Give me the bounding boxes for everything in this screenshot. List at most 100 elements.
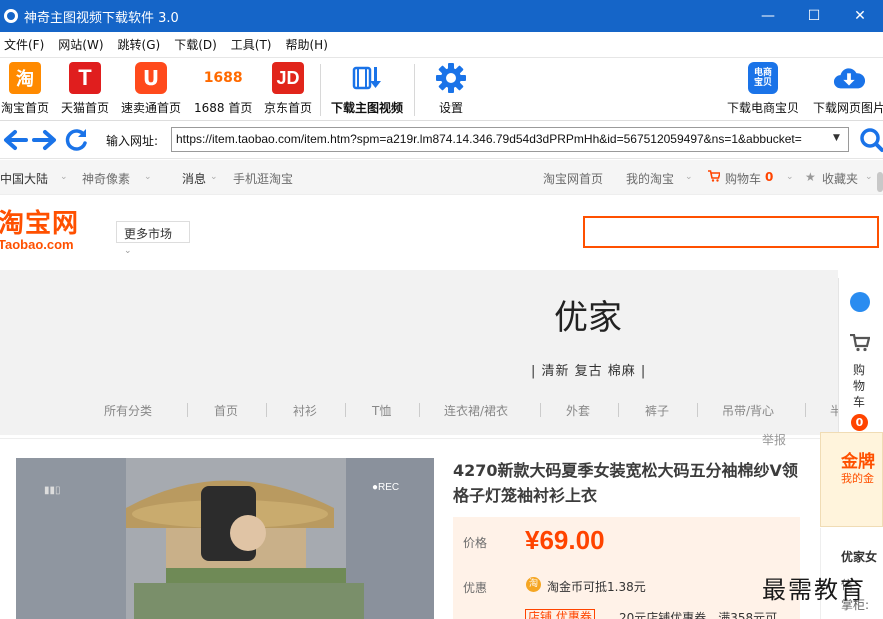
category-divider	[805, 403, 806, 417]
category-camisoles[interactable]: 吊带/背心	[722, 402, 774, 419]
download-ecom-label: 下载电商宝贝	[727, 101, 800, 115]
svg-text:▮▮▯: ▮▮▯	[44, 485, 61, 496]
taobao-logo-en: Taobao.com	[0, 237, 74, 252]
ecom-icon: 电商宝贝	[748, 62, 778, 94]
coupon-text[interactable]: 20元店铺优惠券，满358元可	[619, 609, 777, 619]
category-shirts[interactable]: 衬衫	[293, 402, 317, 419]
gold-seller-title: 金牌	[841, 452, 875, 472]
category-divider	[345, 403, 346, 417]
my-taobao-link[interactable]: 我的淘宝	[626, 170, 674, 187]
film-download-icon	[351, 62, 383, 94]
category-all[interactable]: 所有分类	[104, 402, 152, 419]
aliexpress-home-label: 速卖通首页	[121, 101, 182, 115]
menu-tools[interactable]: 工具(T)	[231, 36, 272, 53]
sidebar-cart-count: 0	[851, 414, 868, 431]
download-ecom-button[interactable]: 电商宝贝 下载电商宝贝	[727, 62, 799, 116]
1688-icon: 1688	[203, 70, 243, 86]
download-video-button[interactable]: 下载主图视频	[331, 62, 403, 116]
tmall-home-label: 天猫首页	[61, 101, 110, 115]
category-pants[interactable]: 裤子	[645, 402, 669, 419]
jd-home-button[interactable]: JD 京东首页	[264, 62, 312, 116]
taobao-icon: 淘	[9, 62, 41, 94]
category-tshirts[interactable]: T恤	[372, 402, 391, 419]
more-markets-label: 更多市场	[124, 227, 173, 241]
chevron-down-icon: ⌄	[685, 172, 693, 182]
cart-link[interactable]: 购物车	[725, 170, 761, 187]
chevron-down-icon: ⌄	[786, 172, 794, 182]
refresh-icon[interactable]	[63, 127, 89, 158]
watermark: 最需教育	[762, 576, 866, 604]
page-scrollbar[interactable]	[877, 172, 883, 192]
window-title: 神奇主图视频下载软件 3.0	[24, 10, 179, 26]
divider	[0, 438, 838, 439]
shop-name[interactable]: 优家女	[841, 548, 877, 565]
download-page-images-label: 下载网页图片	[813, 101, 883, 115]
window-controls: — ☐ ✕	[745, 0, 883, 32]
rec-indicator: ●REC	[372, 482, 400, 493]
maximize-button[interactable]: ☐	[791, 0, 837, 32]
chevron-down-icon: ⌄	[60, 172, 68, 182]
close-button[interactable]: ✕	[837, 0, 883, 32]
star-icon: ★	[805, 170, 816, 184]
chevron-down-icon: ⌄	[210, 172, 218, 182]
menu-file[interactable]: 文件(F)	[4, 36, 44, 53]
taobao-logo[interactable]: 淘宝网 Taobao.com	[0, 210, 79, 252]
aliexpress-icon: U	[135, 62, 167, 94]
minimize-button[interactable]: —	[745, 0, 791, 32]
1688-home-button[interactable]: 1688 1688 首页	[194, 62, 252, 116]
chevron-down-icon: ⌄	[124, 246, 132, 256]
product-video[interactable]: ▮▮▯ ●REC	[16, 458, 434, 619]
mobile-taobao-link[interactable]: 手机逛淘宝	[233, 170, 293, 187]
gear-icon	[435, 62, 467, 94]
tmall-home-button[interactable]: T 天猫首页	[61, 62, 109, 116]
taobao-bubble-icon[interactable]	[850, 292, 870, 312]
url-dropdown-icon[interactable]: ▼	[833, 133, 840, 143]
category-divider	[540, 403, 541, 417]
app-icon	[4, 9, 18, 23]
category-divider	[697, 403, 698, 417]
settings-label: 设置	[438, 101, 463, 115]
store-banner: 优家 | 清新 复古 棉麻 | 所有分类 首页 衬衫 T恤 连衣裙/裙衣 外套 …	[0, 270, 842, 435]
taobao-home-label: 淘宝首页	[1, 101, 50, 115]
category-home[interactable]: 首页	[214, 402, 238, 419]
taobao-coin-text: 淘金币可抵1.38元	[547, 580, 646, 594]
category-divider	[618, 403, 619, 417]
price-panel: 价格 ¥69.00 优惠 淘 淘金币可抵1.38元 店铺 优惠券 20元店铺优惠…	[453, 517, 800, 619]
back-icon[interactable]	[2, 127, 28, 158]
shenqi-link[interactable]: 神奇像素	[82, 170, 130, 187]
messages-link[interactable]: 消息	[182, 170, 206, 187]
favorites-link[interactable]: 收藏夹	[822, 170, 858, 187]
category-divider	[419, 403, 420, 417]
toolbar-divider	[320, 64, 321, 116]
search-icon[interactable]	[858, 127, 883, 153]
more-markets-button[interactable]: 更多市场 ⌄	[116, 221, 190, 256]
price-label: 价格	[463, 536, 488, 550]
download-page-images-button[interactable]: 下载网页图片	[813, 62, 883, 116]
category-divider	[266, 403, 267, 417]
cart-icon[interactable]	[850, 333, 871, 355]
discount-label: 优惠	[463, 581, 488, 595]
report-link[interactable]: 举报	[762, 431, 786, 448]
menu-help[interactable]: 帮助(H)	[286, 36, 328, 53]
category-coats[interactable]: 外套	[566, 402, 590, 419]
category-dresses[interactable]: 连衣裙/裙衣	[444, 402, 508, 419]
settings-button[interactable]: 设置	[435, 62, 467, 116]
search-input[interactable]	[583, 216, 879, 248]
shop-coupon-badge[interactable]: 店铺 优惠券	[525, 609, 595, 619]
sidebar-cart-label[interactable]: 购物车	[853, 362, 867, 410]
taobao-home-link[interactable]: 淘宝网首页	[543, 170, 603, 187]
taobao-coin-icon: 淘	[526, 577, 541, 592]
menu-goto[interactable]: 跳转(G)	[118, 36, 161, 53]
gold-seller-panel[interactable]: 金牌 我的金	[820, 432, 883, 527]
jd-home-label: 京东首页	[264, 101, 313, 115]
store-category-nav: 所有分类 首页 衬衫 T恤 连衣裙/裙衣 外套 裤子 吊带/背心 半	[0, 402, 842, 422]
region-selector[interactable]: 中国大陆	[0, 170, 48, 187]
menu-website[interactable]: 网站(W)	[58, 36, 103, 53]
url-label: 输入网址:	[106, 134, 159, 148]
forward-icon[interactable]	[32, 127, 58, 158]
cloud-download-icon	[833, 62, 865, 94]
aliexpress-home-button[interactable]: U 速卖通首页	[121, 62, 181, 116]
url-input[interactable]: https://item.taobao.com/item.htm?spm=a21…	[171, 127, 849, 152]
menu-download[interactable]: 下载(D)	[174, 36, 217, 53]
taobao-home-button[interactable]: 淘 淘宝首页	[1, 62, 49, 116]
